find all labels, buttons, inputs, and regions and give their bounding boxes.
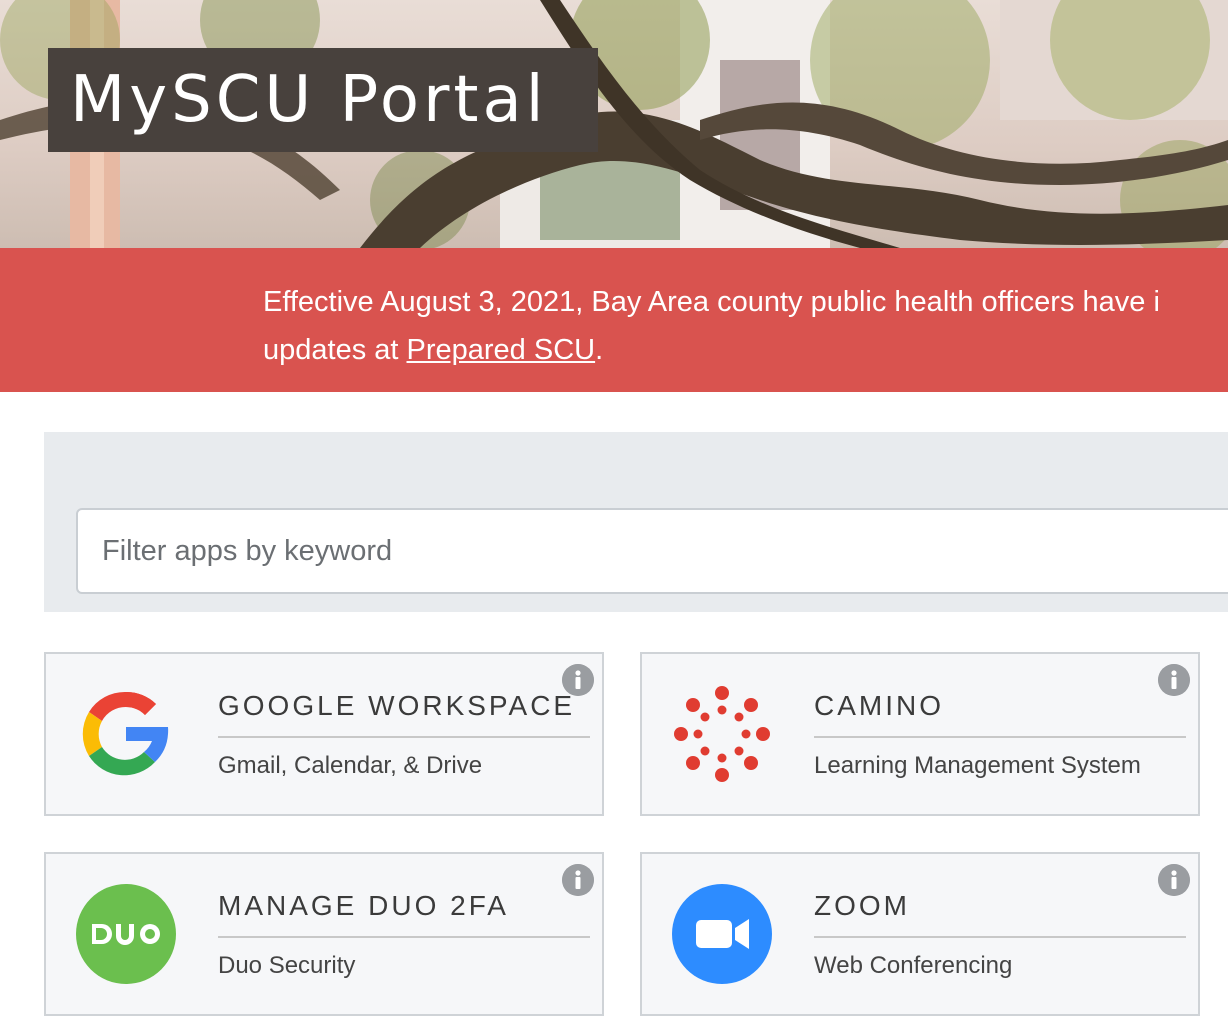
filter-panel (44, 432, 1228, 612)
app-card-subtitle: Learning Management System (814, 752, 1141, 779)
app-card-title: ZOOM (814, 890, 910, 921)
google-g-icon (82, 691, 169, 776)
alert-line-2: updates at Prepared SCU. (263, 326, 1228, 374)
app-card-title: GOOGLE WORKSPACE (218, 690, 576, 721)
duo-icon (76, 884, 176, 984)
app-card-divider (218, 936, 590, 938)
portal-title-box: MySCU Portal (48, 48, 598, 152)
app-card-title: MANAGE DUO 2FA (218, 890, 509, 921)
prepared-scu-link[interactable]: Prepared SCU (407, 334, 596, 366)
info-icon[interactable] (562, 664, 594, 696)
page-title: MySCU Portal (70, 63, 548, 137)
app-card-subtitle: Duo Security (218, 952, 356, 979)
alert-line-2-prefix: updates at (263, 334, 407, 366)
camino-icon (674, 686, 770, 782)
alert-text: Effective August 3, 2021, Bay Area count… (263, 278, 1228, 374)
alert-banner: Effective August 3, 2021, Bay Area count… (0, 248, 1228, 392)
app-card-camino[interactable]: CAMINO Learning Management System (640, 652, 1200, 816)
alert-line-2-suffix: . (595, 334, 604, 366)
info-icon[interactable] (1158, 664, 1190, 696)
app-card-zoom[interactable]: ZOOM Web Conferencing (640, 852, 1200, 1016)
app-card-divider (814, 936, 1186, 938)
app-card-divider (814, 736, 1186, 738)
filter-apps-input[interactable] (76, 508, 1228, 594)
app-card-google-workspace[interactable]: GOOGLE WORKSPACE Gmail, Calendar, & Driv… (44, 652, 604, 816)
alert-line-1: Effective August 3, 2021, Bay Area count… (263, 286, 1160, 318)
app-card-title: CAMINO (814, 690, 944, 721)
app-card-divider (218, 736, 590, 738)
app-card-subtitle: Gmail, Calendar, & Drive (218, 752, 483, 779)
info-icon[interactable] (562, 864, 594, 896)
zoom-icon (672, 884, 772, 984)
app-card-subtitle: Web Conferencing (814, 952, 1013, 979)
hero-banner: MySCU Portal (0, 0, 1228, 248)
app-card-manage-duo[interactable]: MANAGE DUO 2FA Duo Security (44, 852, 604, 1016)
info-icon[interactable] (1158, 864, 1190, 896)
